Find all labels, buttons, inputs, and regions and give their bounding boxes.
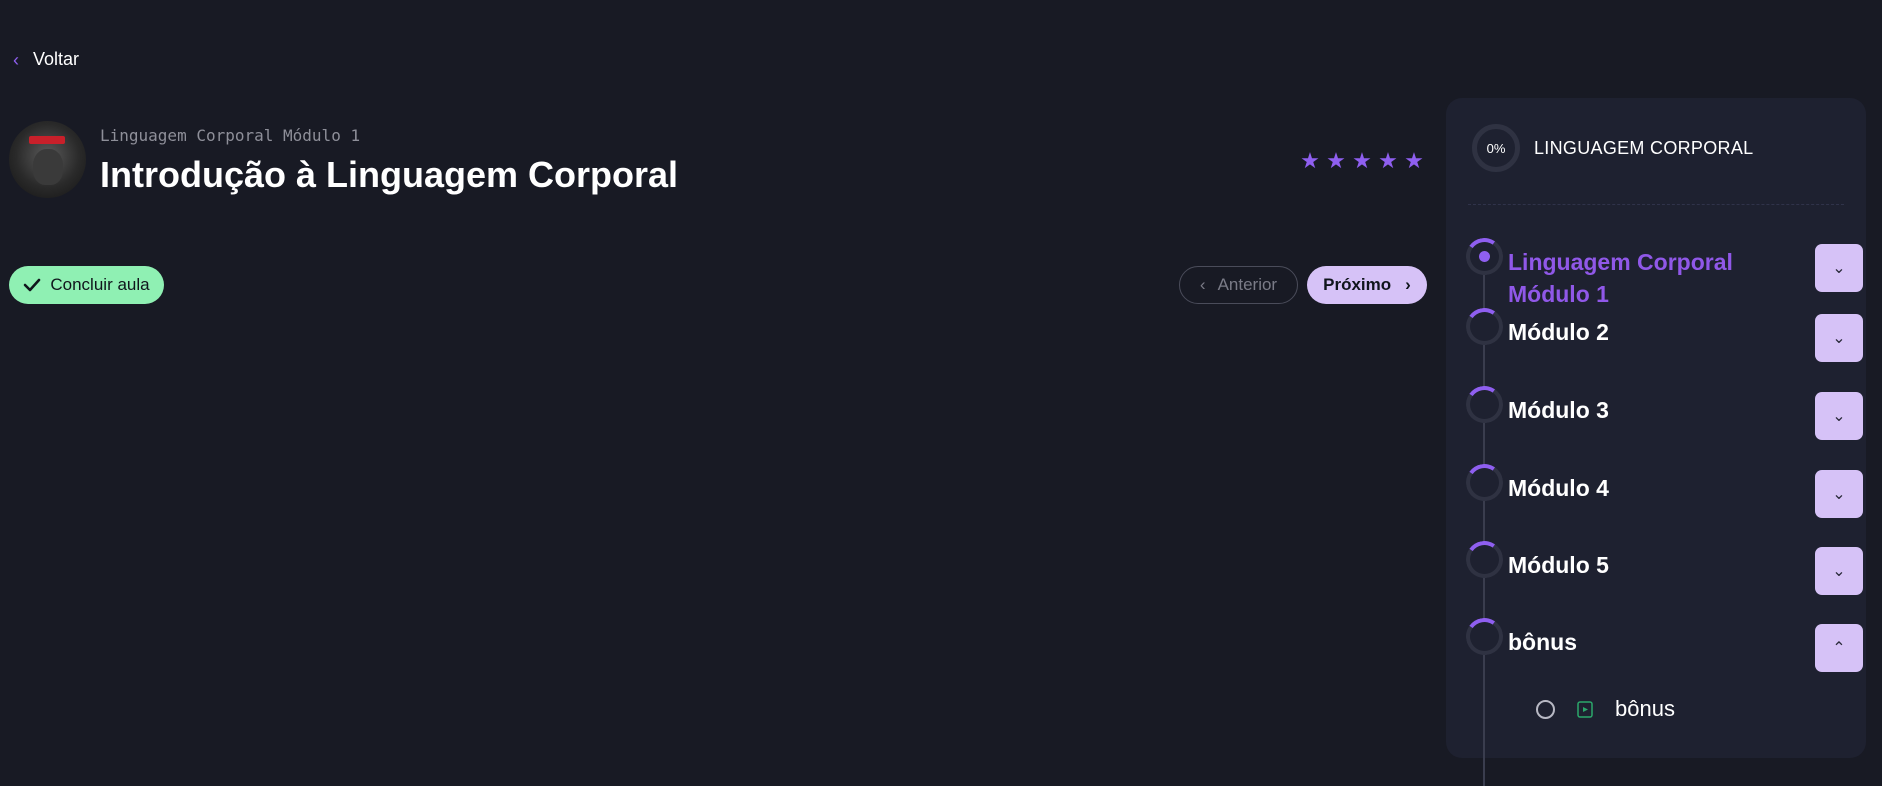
module-label: Módulo 3 (1508, 397, 1609, 423)
course-header: 0% LINGUAGEM CORPORAL (1472, 124, 1753, 172)
chevron-down-icon: ⌄ (1832, 260, 1846, 277)
expand-button[interactable]: ⌄ (1815, 392, 1863, 440)
expand-button[interactable]: ⌄ (1815, 314, 1863, 362)
chevron-down-icon: ⌄ (1832, 486, 1846, 503)
back-label: Voltar (33, 49, 80, 69)
module-label: Módulo 5 (1508, 552, 1609, 578)
collapse-button[interactable]: ⌃ (1815, 624, 1863, 672)
video-file-icon (1577, 701, 1593, 718)
previous-label: Anterior (1217, 275, 1278, 294)
module-label: bônus (1508, 629, 1577, 655)
lesson-status-circle[interactable] (1536, 699, 1555, 719)
chevron-up-icon: ⌃ (1832, 640, 1846, 657)
complete-label: Concluir aula (50, 275, 150, 294)
module-progress-ring (1463, 538, 1506, 581)
module-progress-ring (1463, 461, 1506, 504)
course-sidebar: 0% LINGUAGEM CORPORAL Linguagem Corporal… (1446, 98, 1866, 786)
module-eyebrow: Linguagem Corporal Módulo 1 (100, 126, 361, 145)
chevron-down-icon: ⌄ (1832, 408, 1846, 425)
chevron-down-icon: ⌄ (1832, 563, 1846, 580)
chevron-right-icon: › (1405, 275, 1411, 294)
chevron-left-icon: ‹ (13, 49, 19, 70)
next-label: Próximo (1323, 275, 1392, 294)
lesson-label: bônus (1615, 696, 1675, 721)
module-label: Módulo 4 (1508, 475, 1609, 501)
star-icon[interactable]: ★ (1378, 150, 1398, 172)
module-label: Módulo 2 (1508, 319, 1609, 345)
module-progress-ring (1463, 235, 1506, 278)
star-icon[interactable]: ★ (1404, 150, 1424, 172)
expand-button[interactable]: ⌄ (1815, 547, 1863, 595)
module-progress-ring (1463, 383, 1506, 426)
course-title: LINGUAGEM CORPORAL (1534, 137, 1754, 158)
previous-button[interactable]: ‹ Anterior (1179, 266, 1298, 304)
complete-lesson-button[interactable]: Concluir aula (9, 266, 164, 304)
module-progress-ring (1463, 615, 1506, 658)
divider (1468, 204, 1844, 205)
lesson-item[interactable]: bônus (1536, 696, 1675, 722)
rating-stars[interactable]: ★ ★ ★ ★ ★ (1300, 150, 1424, 172)
module-label: Linguagem Corporal Módulo 1 (1508, 249, 1733, 307)
back-link[interactable]: ‹ Voltar (13, 49, 79, 70)
course-avatar (9, 121, 86, 198)
chevron-down-icon: ⌄ (1832, 330, 1846, 347)
expand-button[interactable]: ⌄ (1815, 470, 1863, 518)
lesson-title: Introdução à Linguagem Corporal (100, 154, 679, 195)
module-progress-ring (1463, 305, 1506, 348)
progress-ring: 0% (1472, 124, 1520, 172)
next-button[interactable]: Próximo › (1307, 266, 1427, 304)
expand-button[interactable]: ⌄ (1815, 244, 1863, 292)
check-icon (24, 278, 41, 292)
star-icon[interactable]: ★ (1352, 150, 1372, 172)
chevron-left-icon: ‹ (1199, 275, 1206, 294)
star-icon[interactable]: ★ (1326, 150, 1346, 172)
star-icon[interactable]: ★ (1300, 150, 1320, 172)
